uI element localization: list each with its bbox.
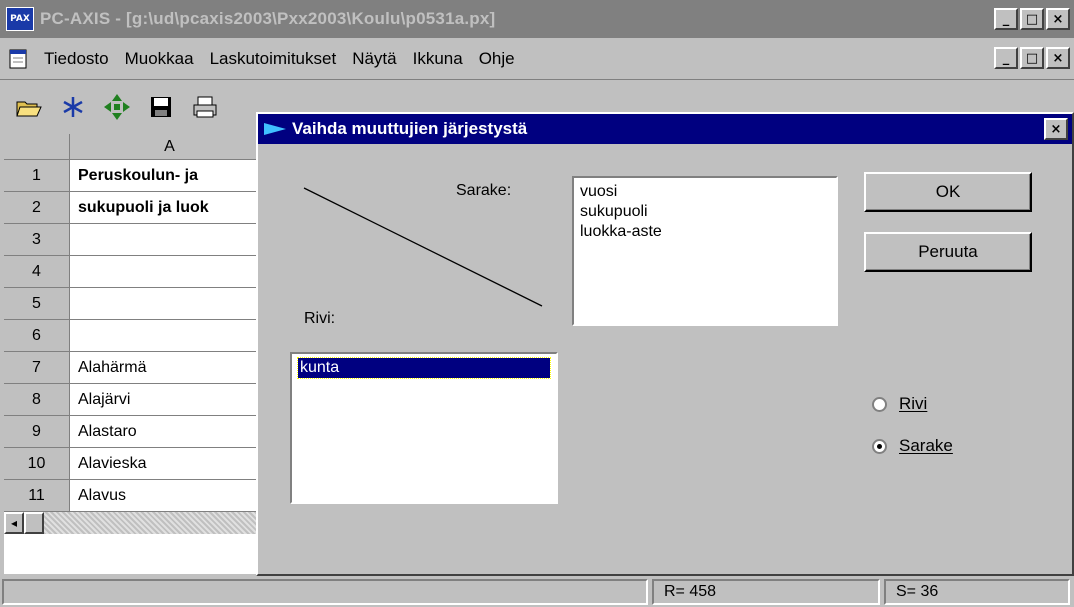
radio-sarake[interactable]: Sarake <box>872 436 953 456</box>
child-close-button[interactable]: × <box>1046 47 1070 69</box>
menu-laskutoimitukset[interactable]: Laskutoimitukset <box>204 49 347 69</box>
grid-corner[interactable] <box>4 134 70 160</box>
row-header[interactable]: 9 <box>4 416 70 448</box>
dialog-flag-icon <box>264 123 286 135</box>
open-folder-icon[interactable] <box>14 92 44 122</box>
table-cell[interactable]: Peruskoulun- ja <box>70 160 270 192</box>
asterisk-icon[interactable] <box>58 92 88 122</box>
row-header[interactable]: 4 <box>4 256 70 288</box>
radio-rivi[interactable]: Rivi <box>872 394 927 414</box>
menu-muokkaa[interactable]: Muokkaa <box>119 49 204 69</box>
list-item-selected[interactable]: kunta <box>297 357 551 379</box>
main-title-bar[interactable]: PAX PC-AXIS - [g:\ud\pcaxis2003\Pxx2003\… <box>0 0 1074 38</box>
child-minimize-button[interactable]: _ <box>994 47 1018 69</box>
status-column-count: S= 36 <box>884 579 1070 605</box>
scroll-thumb[interactable] <box>24 512 44 534</box>
menu-ohje[interactable]: Ohje <box>473 49 525 69</box>
list-item[interactable]: vuosi <box>580 182 830 202</box>
column-header-a[interactable]: A <box>70 134 270 160</box>
radio-button-selected[interactable] <box>872 438 887 454</box>
row-header[interactable]: 6 <box>4 320 70 352</box>
radio-button[interactable] <box>872 396 887 412</box>
table-cell[interactable]: sukupuoli ja luok <box>70 192 270 224</box>
horizontal-scrollbar[interactable]: ◂ <box>4 512 270 534</box>
row-header[interactable]: 10 <box>4 448 70 480</box>
dialog-close-button[interactable]: × <box>1044 118 1068 140</box>
cancel-button[interactable]: Peruuta <box>864 232 1032 272</box>
window-title: PC-AXIS - [g:\ud\pcaxis2003\Pxx2003\Koul… <box>40 9 496 28</box>
table-cell[interactable] <box>70 256 270 288</box>
row-header[interactable]: 3 <box>4 224 70 256</box>
menu-tiedosto[interactable]: Tiedosto <box>38 49 119 69</box>
ok-button[interactable]: OK <box>864 172 1032 212</box>
status-message <box>2 579 648 605</box>
row-header[interactable]: 5 <box>4 288 70 320</box>
table-cell[interactable] <box>70 320 270 352</box>
row-variables-list[interactable]: kunta <box>290 352 558 504</box>
row-header[interactable]: 1 <box>4 160 70 192</box>
pc-axis-app-icon[interactable]: PAX <box>6 7 34 31</box>
reorder-variables-dialog: Vaihda muuttujien järjestystä × Sarake: … <box>256 112 1074 576</box>
column-label: Sarake: <box>456 182 512 199</box>
dialog-title-bar[interactable]: Vaihda muuttujien järjestystä × <box>258 114 1072 144</box>
list-item[interactable]: luokka-aste <box>580 222 830 242</box>
document-icon[interactable] <box>8 49 30 69</box>
row-label: Rivi: <box>304 310 336 327</box>
table-cell[interactable]: Alastaro <box>70 416 270 448</box>
status-bar: R= 458 S= 36 <box>0 577 1074 607</box>
table-cell[interactable] <box>70 288 270 320</box>
scroll-left-button[interactable]: ◂ <box>4 512 24 534</box>
menu-ikkuna[interactable]: Ikkuna <box>407 49 473 69</box>
print-icon[interactable] <box>190 92 220 122</box>
data-grid[interactable]: A 1 Peruskoulun- ja 2 sukupuoli ja luok … <box>4 134 270 574</box>
row-header[interactable]: 11 <box>4 480 70 512</box>
close-button[interactable]: × <box>1046 8 1070 30</box>
toolbar <box>0 82 270 132</box>
maximize-button[interactable]: □ <box>1020 8 1044 30</box>
pivot-diagonal-line <box>303 187 543 307</box>
menu-bar: Tiedosto Muokkaa Laskutoimitukset Näytä … <box>0 38 1074 80</box>
row-header[interactable]: 7 <box>4 352 70 384</box>
status-row-count: R= 458 <box>652 579 880 605</box>
radio-rivi-label: Rivi <box>899 394 928 413</box>
table-cell[interactable]: Alahärmä <box>70 352 270 384</box>
radio-sarake-label: Sarake <box>899 436 953 455</box>
move-arrows-icon[interactable] <box>102 92 132 122</box>
table-cell[interactable]: Alavus <box>70 480 270 512</box>
row-header[interactable]: 8 <box>4 384 70 416</box>
menu-nayta[interactable]: Näytä <box>346 49 406 69</box>
save-icon[interactable] <box>146 92 176 122</box>
table-cell[interactable]: Alavieska <box>70 448 270 480</box>
table-cell[interactable]: Alajärvi <box>70 384 270 416</box>
dialog-title: Vaihda muuttujien järjestystä <box>292 119 528 138</box>
list-item[interactable]: sukupuoli <box>580 202 830 222</box>
row-header[interactable]: 2 <box>4 192 70 224</box>
table-cell[interactable] <box>70 224 270 256</box>
column-variables-list[interactable]: vuosi sukupuoli luokka-aste <box>572 176 838 326</box>
child-restore-button[interactable]: □ <box>1020 47 1044 69</box>
minimize-button[interactable]: _ <box>994 8 1018 30</box>
